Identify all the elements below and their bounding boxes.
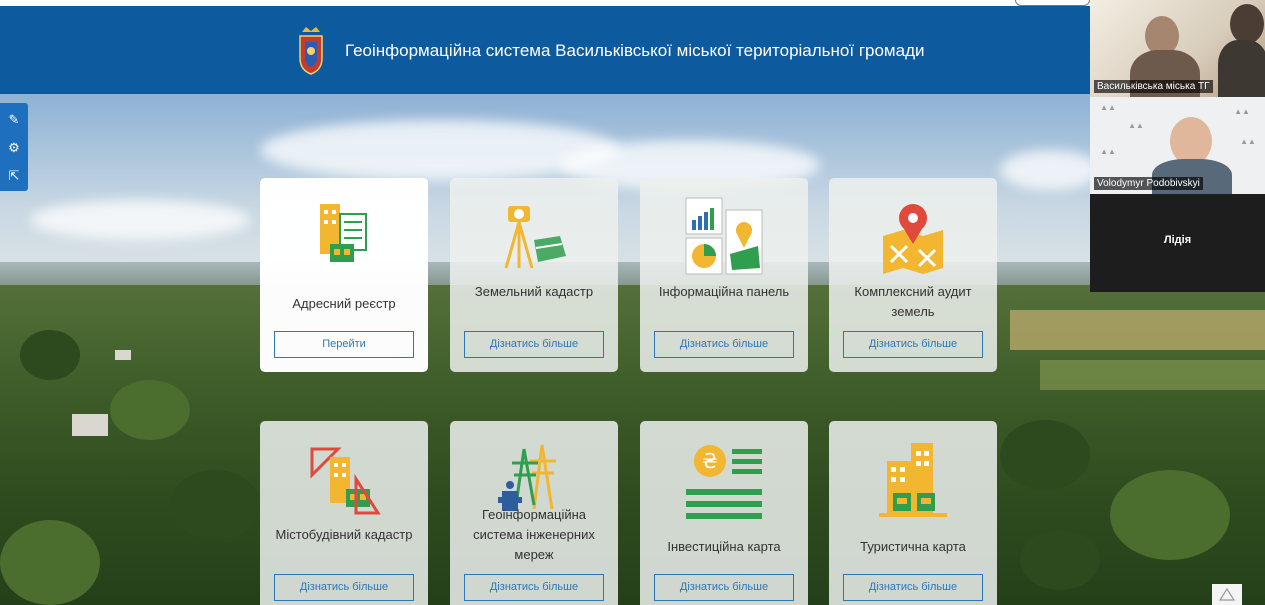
card-title: Комплексний аудит земель: [854, 284, 972, 319]
learn-more-button[interactable]: Дізнатись більше: [654, 331, 794, 358]
card-tourist-map[interactable]: Туристична карта Дізнатись більше: [829, 421, 997, 605]
participant-name: Volodymyr Podobivskyi: [1094, 177, 1203, 190]
tree: [1020, 530, 1100, 590]
tree: [1110, 470, 1230, 560]
address-registry-icon: [320, 204, 367, 262]
card-title: Туристична карта: [860, 539, 966, 554]
participant-name: Лідія: [1163, 234, 1192, 246]
participant-video: [1218, 40, 1265, 97]
card-title: Інвестиційна карта: [667, 539, 781, 554]
logo-pattern: ▲▲: [1240, 137, 1256, 146]
go-button[interactable]: Перейти: [274, 331, 414, 358]
card-engineering-networks[interactable]: Геоінформаційна система інженерних мереж…: [450, 421, 618, 605]
tree: [1000, 420, 1090, 490]
field: [1010, 310, 1265, 350]
tree: [170, 470, 260, 540]
learn-more-button[interactable]: Дізнатись більше: [654, 574, 794, 601]
land-cadastre-icon: [504, 206, 566, 269]
video-call-panel: Васильківська міська ТГ ▲▲ ▲▲ ▲▲ ▲▲ ▲▲ V…: [1090, 0, 1265, 292]
logo-icon: [1218, 587, 1236, 601]
logo-pattern: ▲▲: [1128, 121, 1144, 130]
card-investment-map[interactable]: ₴ Інвестиційна карта Дізнатись більше: [640, 421, 808, 605]
card-title: Містобудівний кадастр: [275, 527, 413, 542]
participant-video: [1170, 117, 1212, 165]
tree: [110, 380, 190, 440]
card-title: Геоінформаційна система інженерних мереж: [473, 507, 595, 562]
pencil-icon[interactable]: ✎: [5, 111, 23, 129]
video-tile[interactable]: Васильківська міська ТГ: [1090, 0, 1265, 97]
cloud: [30, 200, 250, 240]
house: [72, 414, 108, 436]
cloud: [1000, 150, 1100, 190]
card-land-audit[interactable]: Комплексний аудит земель Дізнатись більш…: [829, 178, 997, 372]
dashboard-icon: [685, 197, 763, 275]
svg-text:₴: ₴: [702, 449, 717, 473]
video-tile[interactable]: Лідія: [1090, 194, 1265, 292]
urban-cadastre-icon: [310, 447, 381, 515]
card-land-cadastre[interactable]: Земельний кадастр Дізнатись більше: [450, 178, 618, 372]
corner-logo: [1212, 584, 1242, 605]
tree: [20, 330, 80, 380]
tree: [0, 520, 100, 605]
video-tile[interactable]: ▲▲ ▲▲ ▲▲ ▲▲ ▲▲ Volodymyr Podobivskyi: [1090, 97, 1265, 194]
learn-more-button[interactable]: Дізнатись більше: [843, 574, 983, 601]
card-urban-cadastre[interactable]: Містобудівний кадастр Дізнатись більше: [260, 421, 428, 605]
participant-video: [1230, 4, 1264, 44]
logo-pattern: ▲▲: [1100, 103, 1116, 112]
field: [1040, 360, 1265, 390]
learn-more-button[interactable]: Дізнатись більше: [464, 331, 604, 358]
gear-icon[interactable]: ⚙: [5, 139, 23, 157]
site-header: Геоінформаційна система Васильківської м…: [0, 6, 1090, 94]
investment-map-icon: ₴: [686, 445, 762, 519]
participant-name: Васильківська міська ТГ: [1094, 80, 1213, 93]
learn-more-button[interactable]: Дізнатись більше: [464, 574, 604, 601]
logo-pattern: ▲▲: [1100, 147, 1116, 156]
card-dashboard[interactable]: Інформаційна панель Дізнатись більше: [640, 178, 808, 372]
learn-more-button[interactable]: Дізнатись більше: [843, 331, 983, 358]
card-title: Інформаційна панель: [658, 284, 790, 299]
side-toolbar: ✎ ⚙ ⇱: [0, 103, 28, 191]
card-address-registry[interactable]: Адресний реєстр Перейти: [260, 178, 428, 372]
learn-more-button[interactable]: Дізнатись більше: [274, 574, 414, 601]
share-icon[interactable]: ⇱: [5, 167, 23, 185]
house: [115, 350, 131, 360]
coat-of-arms-icon: [299, 27, 323, 75]
card-title: Адресний реєстр: [292, 296, 396, 311]
logo-pattern: ▲▲: [1234, 107, 1250, 116]
card-title: Земельний кадастр: [474, 284, 594, 299]
tourist-map-icon: [879, 443, 947, 517]
land-audit-icon: [883, 204, 943, 274]
page-title: Геоінформаційна система Васильківської м…: [345, 41, 925, 60]
